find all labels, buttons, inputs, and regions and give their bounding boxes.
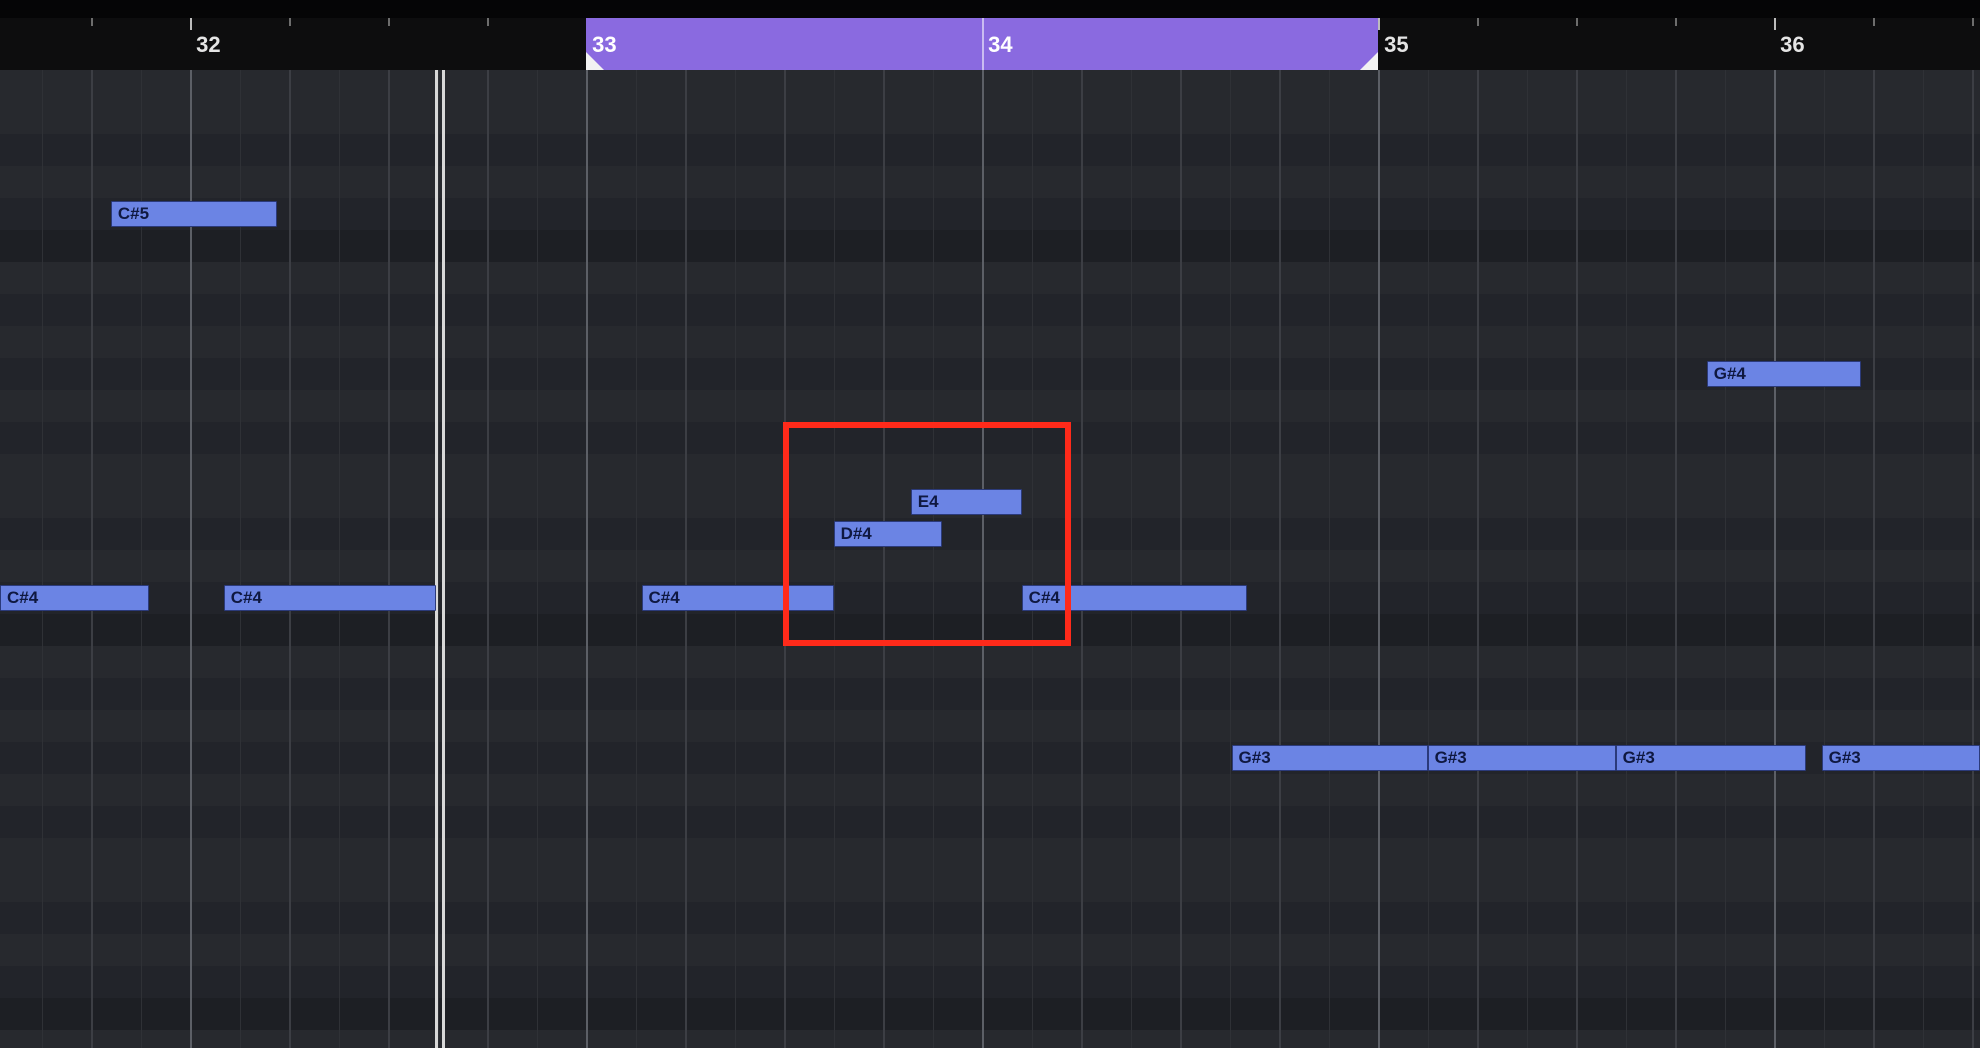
bar-number: 32: [196, 32, 220, 58]
gridline: [1428, 70, 1429, 1048]
gridline: [1626, 70, 1627, 1048]
barline: [1774, 70, 1776, 1048]
pitch-row: [0, 422, 1980, 454]
midi-note[interactable]: G#3: [1616, 745, 1806, 771]
gridline: [1131, 70, 1132, 1048]
tick-mark-minor: [1576, 18, 1578, 26]
pitch-row: [0, 454, 1980, 486]
tick-mark: [1774, 18, 1776, 30]
pitch-row: [0, 646, 1980, 678]
pitch-row: [0, 134, 1980, 166]
pitch-row: [0, 166, 1980, 198]
pitch-row: [0, 1030, 1980, 1048]
gridline: [685, 70, 687, 1048]
gridline: [339, 70, 340, 1048]
pitch-row: [0, 678, 1980, 710]
pitch-row: [0, 998, 1980, 1030]
gridline: [1527, 70, 1528, 1048]
pitch-row: [0, 870, 1980, 902]
tick-mark-minor: [1477, 18, 1479, 26]
gridline: [1873, 70, 1875, 1048]
tick-mark-minor: [388, 18, 390, 26]
tick-mark-minor: [1873, 18, 1875, 26]
midi-note[interactable]: G#3: [1428, 745, 1616, 771]
pitch-row: [0, 806, 1980, 838]
barline: [586, 70, 588, 1048]
gridline: [91, 70, 93, 1048]
gridline: [1725, 70, 1726, 1048]
pitch-row: [0, 230, 1980, 262]
gridline: [1675, 70, 1677, 1048]
gridline: [1230, 70, 1231, 1048]
pitch-row: [0, 358, 1980, 390]
tick-mark-minor: [91, 18, 93, 26]
pitch-row: [0, 838, 1980, 870]
pitch-row: [0, 774, 1980, 806]
gridline: [1923, 70, 1924, 1048]
gridline: [1081, 70, 1083, 1048]
pitch-row: [0, 934, 1980, 966]
midi-note[interactable]: G#3: [1822, 745, 1980, 771]
gridline: [487, 70, 489, 1048]
pitch-row: [0, 902, 1980, 934]
gridline: [1329, 70, 1330, 1048]
midi-note[interactable]: C#4: [1022, 585, 1248, 611]
tick-mark: [1378, 18, 1380, 30]
midi-note[interactable]: C#4: [0, 585, 149, 611]
bar-number: 36: [1780, 32, 1804, 58]
gridline: [933, 70, 934, 1048]
piano-roll-grid[interactable]: C#5C#4C#4C#4D#4E4C#4G#4G#3G#3G#3G#3: [0, 70, 1980, 1048]
midi-note[interactable]: C#5: [111, 201, 277, 227]
midi-note[interactable]: E4: [911, 489, 1022, 515]
gridline: [1180, 70, 1182, 1048]
gridline: [1477, 70, 1479, 1048]
gridline: [438, 70, 439, 1048]
tick-mark-minor: [1675, 18, 1677, 26]
tick-mark: [190, 18, 192, 30]
barline: [982, 70, 984, 1048]
gridline: [289, 70, 291, 1048]
gridline: [1279, 70, 1281, 1048]
midi-note[interactable]: C#4: [224, 585, 436, 611]
pitch-row: [0, 966, 1980, 998]
gridline: [388, 70, 390, 1048]
midi-note[interactable]: C#4: [642, 585, 834, 611]
pitch-row: [0, 102, 1980, 134]
loop-mid-label: 34: [988, 32, 1012, 58]
gridline: [537, 70, 538, 1048]
loop-start-label: 33: [592, 32, 616, 58]
tick-mark-minor: [1972, 18, 1974, 26]
pitch-row: [0, 550, 1980, 582]
gridline: [42, 70, 43, 1048]
pitch-row: [0, 326, 1980, 358]
pitch-row: [0, 70, 1980, 102]
pitch-row: [0, 390, 1980, 422]
midi-note[interactable]: G#4: [1707, 361, 1861, 387]
gridline: [1824, 70, 1825, 1048]
tick-mark-minor: [487, 18, 489, 26]
pitch-row: [0, 262, 1980, 294]
pitch-row: [0, 614, 1980, 646]
pitch-row: [0, 198, 1980, 230]
pitch-row: [0, 294, 1980, 326]
gridline: [1032, 70, 1033, 1048]
gridline: [883, 70, 885, 1048]
gridline: [636, 70, 637, 1048]
gridline: [1972, 70, 1974, 1048]
pitch-row: [0, 518, 1980, 550]
barline: [1378, 70, 1380, 1048]
loop-region[interactable]: 33 34: [586, 18, 1378, 70]
midi-note[interactable]: G#3: [1232, 745, 1428, 771]
tick-mark-minor: [289, 18, 291, 26]
pitch-row: [0, 710, 1980, 742]
ruler-top-strip: [0, 0, 1980, 18]
loop-mid-divider: [982, 18, 984, 70]
bar-number: 35: [1384, 32, 1408, 58]
midi-note[interactable]: D#4: [834, 521, 943, 547]
gridline: [784, 70, 786, 1048]
gridline: [735, 70, 736, 1048]
timeline-ruler[interactable]: 33 34 32: [0, 0, 1980, 70]
gridline: [834, 70, 835, 1048]
gridline: [1576, 70, 1578, 1048]
